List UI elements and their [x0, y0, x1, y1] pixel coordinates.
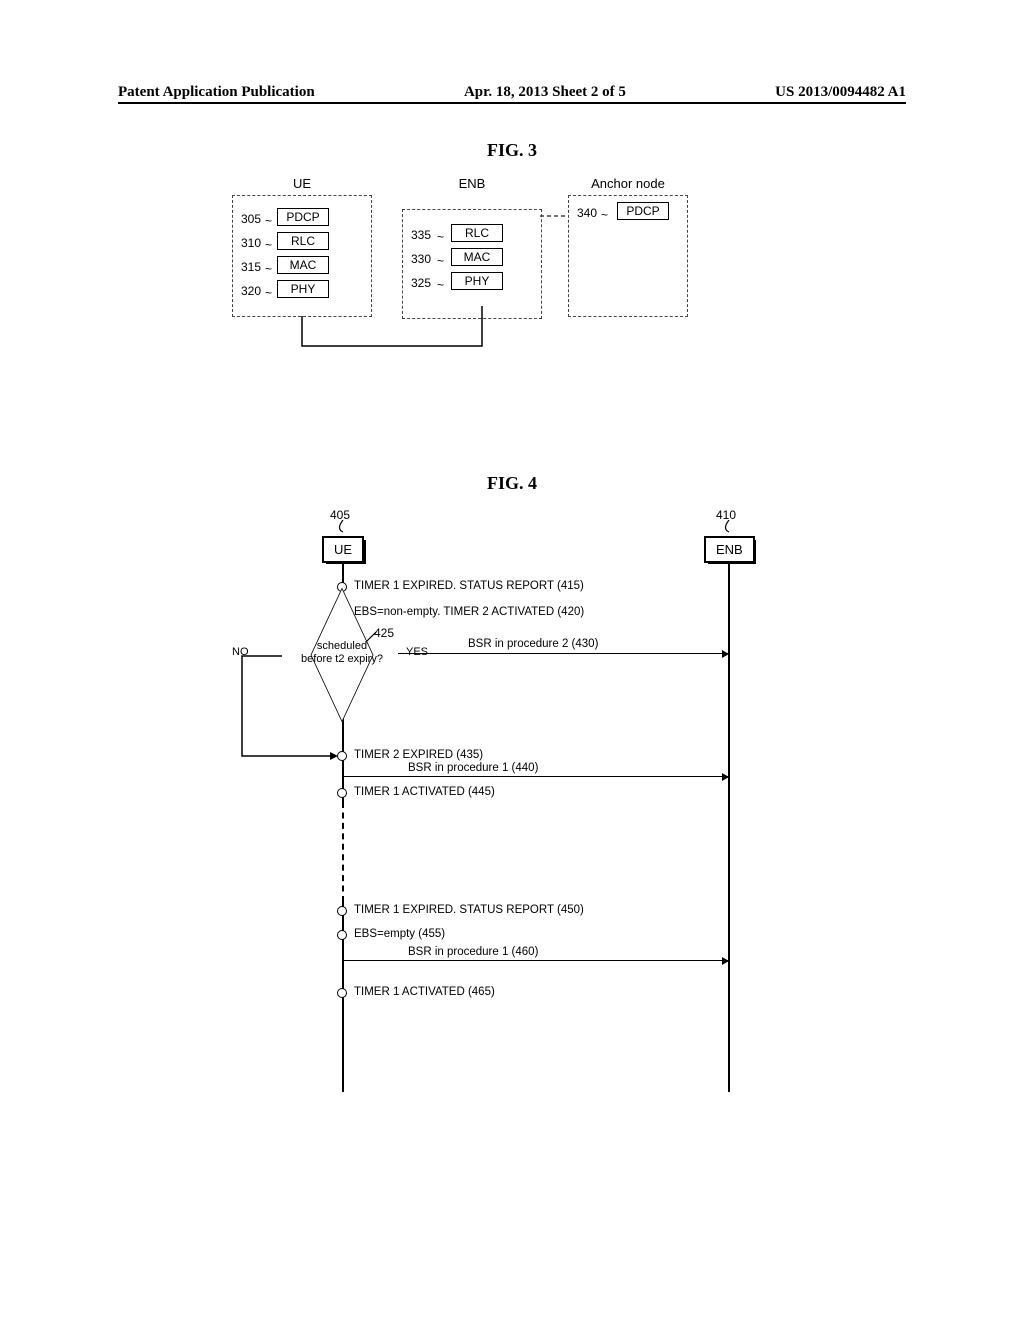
anchor-title: Anchor node — [568, 176, 688, 191]
ue-lifeline-dashed — [342, 802, 344, 902]
event-465: TIMER 1 ACTIVATED (465) — [354, 986, 495, 998]
layer-rlc-enb: RLC — [451, 224, 503, 242]
msg-430-line — [398, 653, 728, 654]
fig4-diagram: 405 UE 410 ENB TIMER 1 EXPIRED. STATUS R… — [258, 508, 750, 1098]
ref-310: 310 — [241, 236, 261, 250]
layer-mac-enb: MAC — [451, 248, 503, 266]
ref-340: 340 — [577, 206, 597, 220]
layer-phy-ue: PHY — [277, 280, 329, 298]
header-rule — [118, 102, 906, 104]
anchor-box: 340 ~ PDCP — [568, 195, 688, 317]
enb-anchor-connector — [540, 210, 580, 222]
enb-title: ENB — [402, 176, 542, 191]
event-450-marker — [337, 906, 347, 916]
msg-430: BSR in procedure 2 (430) — [468, 638, 598, 650]
layer-pdcp-ue: PDCP — [277, 208, 329, 226]
ref-325: 325 — [411, 276, 431, 290]
anchor-node: Anchor node 340 ~ PDCP — [568, 176, 688, 317]
fig3-diagram: UE 305 ~ PDCP 310 ~ RLC 315 ~ MAC 320 ~ … — [232, 176, 692, 386]
event-445-marker — [337, 788, 347, 798]
enb-node: ENB 335 ~ RLC 330 ~ MAC 325 ~ PHY — [402, 176, 542, 319]
enb-lifeline — [728, 562, 730, 1092]
msg-460-line — [343, 960, 728, 961]
ue-box: 305 ~ PDCP 310 ~ RLC 315 ~ MAC 320 ~ PHY — [232, 195, 372, 317]
decision-text-l1: scheduled — [317, 640, 367, 652]
event-455-marker — [337, 930, 347, 940]
event-455: EBS=empty (455) — [354, 928, 445, 940]
msg-460: BSR in procedure 1 (460) — [408, 946, 538, 958]
ue-title: UE — [232, 176, 372, 191]
decision-yes: YES — [406, 646, 428, 658]
page-header: Patent Application Publication Apr. 18, … — [118, 84, 906, 101]
event-420: EBS=non-empty. TIMER 2 ACTIVATED (420) — [354, 606, 584, 618]
ref-335: 335 — [411, 228, 431, 242]
layer-pdcp-anchor: PDCP — [617, 202, 669, 220]
enb-lane-label: ENB — [716, 542, 743, 557]
header-center: Apr. 18, 2013 Sheet 2 of 5 — [464, 84, 626, 101]
msg-440: BSR in procedure 1 (440) — [408, 762, 538, 774]
layer-phy-enb: PHY — [451, 272, 503, 290]
header-left: Patent Application Publication — [118, 84, 315, 101]
event-415: TIMER 1 EXPIRED. STATUS REPORT (415) — [354, 580, 584, 592]
fig3-title: FIG. 3 — [0, 140, 1024, 161]
event-465-marker — [337, 988, 347, 998]
ue-enb-connector — [292, 306, 492, 366]
ue-node: UE 305 ~ PDCP 310 ~ RLC 315 ~ MAC 320 ~ … — [232, 176, 372, 317]
ref-305: 305 — [241, 212, 261, 226]
event-435: TIMER 2 EXPIRED (435) — [354, 749, 483, 761]
ue-lane-label: UE — [334, 542, 352, 557]
ref-315: 315 — [241, 260, 261, 274]
fig4-title: FIG. 4 — [0, 473, 1024, 494]
enb-lane-head: ENB — [704, 536, 755, 563]
no-branch-path — [238, 652, 348, 762]
event-435-marker — [337, 751, 347, 761]
header-right: US 2013/0094482 A1 — [775, 84, 906, 101]
event-450: TIMER 1 EXPIRED. STATUS REPORT (450) — [354, 904, 584, 916]
layer-rlc-ue: RLC — [277, 232, 329, 250]
event-445: TIMER 1 ACTIVATED (445) — [354, 786, 495, 798]
ref-320: 320 — [241, 284, 261, 298]
layer-mac-ue: MAC — [277, 256, 329, 274]
ref-330: 330 — [411, 252, 431, 266]
enb-box: 335 ~ RLC 330 ~ MAC 325 ~ PHY — [402, 209, 542, 319]
ue-lane-head: UE — [322, 536, 364, 563]
msg-440-line — [343, 776, 728, 777]
